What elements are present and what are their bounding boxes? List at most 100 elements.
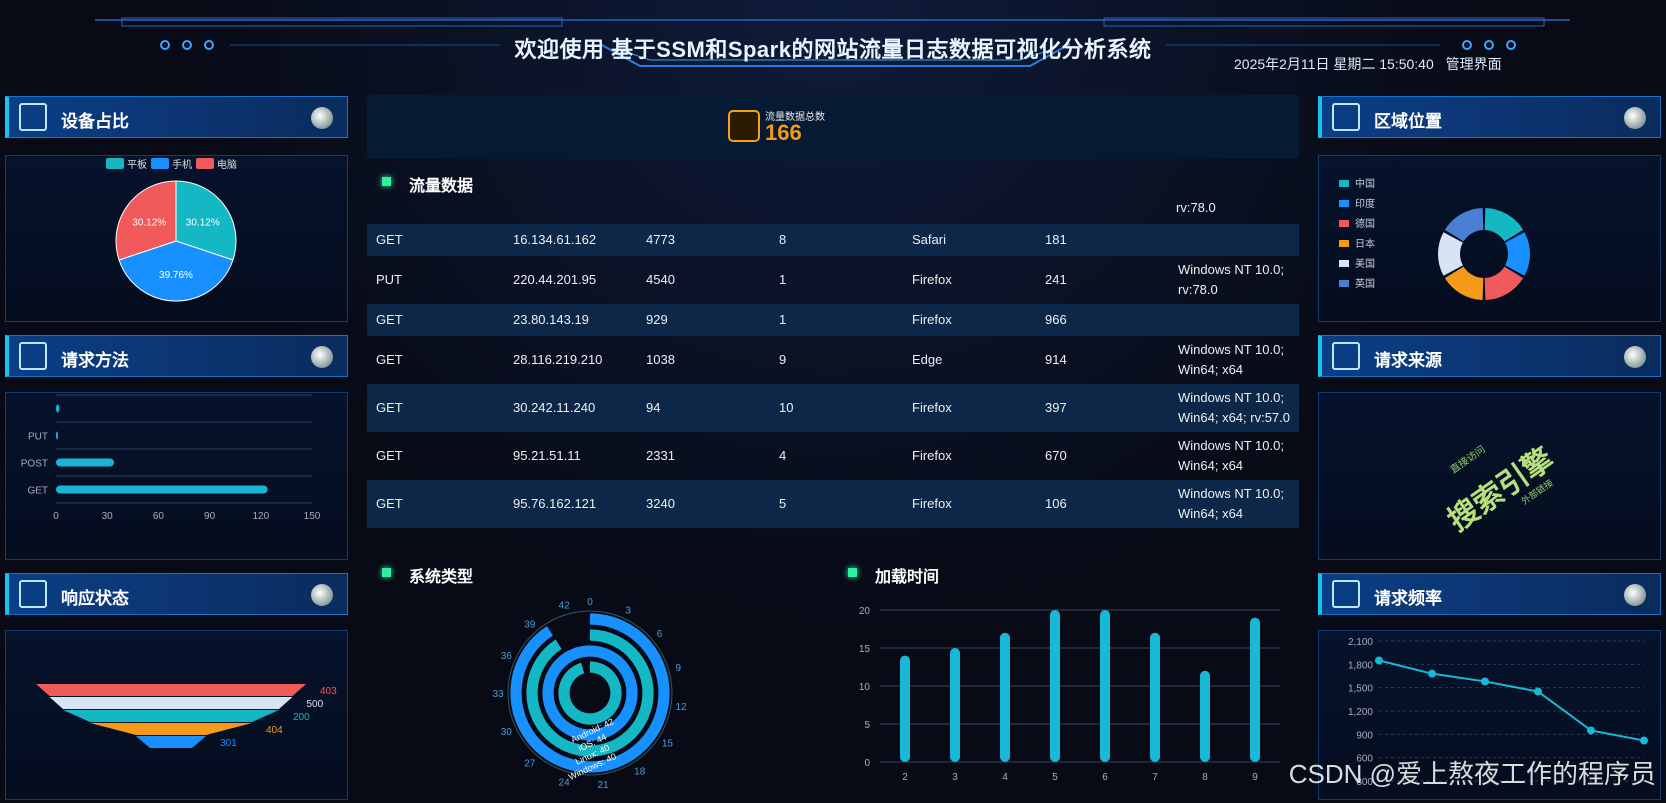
data-label: 30.12% (132, 218, 166, 229)
series-line (1378, 659, 1645, 742)
table-cell: 3240 (637, 480, 770, 528)
table-cell: Firefox (912, 448, 952, 463)
status-funnel-chart: 403 500 200 404 301 (36, 684, 337, 749)
method-panel-header: 请求方法 (5, 335, 348, 377)
table-cell: GET (367, 480, 504, 528)
series-point (1587, 726, 1595, 735)
table-cell: 4 (779, 448, 787, 463)
watermark: CSDN @爱上熬夜工作的程序员 (1288, 759, 1656, 789)
table-cell: 9 (779, 352, 787, 367)
status-panel-title: 响应状态 (61, 589, 129, 608)
load-bar (1250, 617, 1260, 762)
table-cell: PUT (376, 272, 402, 287)
load-bar (1200, 670, 1210, 762)
load-bar (1100, 610, 1110, 762)
table-partial-cell: rv:78.0 (1176, 200, 1216, 215)
axis-tick-label: 30 (102, 511, 114, 522)
load-bar (900, 655, 910, 762)
method-bar (56, 485, 268, 494)
series-point (1534, 687, 1542, 696)
table-row[interactable]: GET 28.116.219.210 1038 9 Edge 914 Windows NT … (367, 336, 1299, 384)
settings-orb-icon[interactable] (1624, 584, 1646, 606)
data-label: 30.12% (186, 218, 220, 229)
table-cell: 94 (637, 384, 770, 432)
table-cell: 1 (779, 272, 787, 287)
table-row[interactable]: GET 95.21.51.11 2331 4 Firefox 670 Windows NT … (367, 432, 1299, 480)
data-label: 403 (320, 686, 337, 697)
list-icon (1332, 580, 1360, 608)
table-cell: 5 (770, 480, 903, 528)
axis-tick-label: 27 (524, 759, 536, 770)
traffic-table: GET 16.134.61.162 4773 8 Safari 181 PUT 220.44.… (367, 224, 1299, 528)
settings-orb-icon[interactable] (311, 107, 333, 129)
axis-tick-label: 150 (304, 511, 321, 522)
admin-link[interactable]: 管理界面 (1446, 56, 1502, 72)
table-row[interactable]: GET 30.242.11.240 94 10 Firefox 397 Windows NT… (367, 384, 1299, 432)
header-info: 2025年2月11日 星期二 15:50:40 管理界面 (1234, 54, 1510, 74)
legend-label: 德国 (1355, 217, 1375, 230)
donut-slice (1438, 232, 1463, 276)
table-cell (1169, 224, 1299, 256)
legend-swatch (1339, 200, 1349, 207)
method-panel: PUT POST GET 0 30 60 90 120 150 (5, 392, 348, 560)
settings-orb-icon[interactable] (311, 346, 333, 368)
region-panel: 中国 印度 德国 日本 美国 英国 (1318, 155, 1661, 322)
axis-tick-label: 6 (657, 629, 663, 640)
legend-label: 英国 (1355, 277, 1375, 290)
legend-swatch (196, 158, 214, 169)
settings-orb-icon[interactable] (1624, 107, 1646, 129)
axis-tick-label: 39 (524, 619, 536, 630)
axis-tick-label: 15 (859, 644, 871, 655)
status-panel: 403 500 200 404 301 (5, 630, 348, 800)
legend-label: 美国 (1355, 257, 1375, 270)
axis-tick-label: 5 (1052, 772, 1058, 783)
list-icon (1332, 103, 1360, 131)
legend-label: 中国 (1355, 177, 1375, 190)
table-cell: 670 (1045, 448, 1067, 463)
axis-tick-label: 900 (1356, 730, 1373, 741)
table-row[interactable]: GET 23.80.143.19 929 1 Firefox 966 (367, 304, 1299, 336)
table-row[interactable]: PUT 220.44.201.95 4540 1 Firefox 241 Windows N… (367, 256, 1299, 304)
traffic-section-title: 流量数据 (409, 178, 474, 195)
table-cell: GET (376, 352, 403, 367)
data-label: 200 (293, 712, 310, 723)
funnel-segment (135, 736, 207, 748)
legend-swatch (1339, 260, 1349, 267)
legend-label: 日本 (1355, 237, 1375, 250)
settings-orb-icon[interactable] (311, 584, 333, 606)
axis-tick-label: 2,100 (1348, 637, 1373, 648)
axis-tick-label: 7 (1152, 772, 1158, 783)
line-chart-icon (19, 342, 47, 370)
data-label: 404 (266, 725, 283, 736)
load-bar (1050, 610, 1060, 762)
axis-tick-label: 90 (204, 511, 216, 522)
legend-swatch (1339, 240, 1349, 247)
table-cell: 2331 (646, 448, 675, 463)
load-bar (950, 648, 960, 762)
method-bar (56, 431, 58, 440)
load-bar-chart: 0 5 10 15 20 2 3 4 5 6 7 8 9 (859, 606, 1280, 783)
traffic-table-wrap[interactable]: GET 16.134.61.162 4773 8 Safari 181 PUT 220.44.… (367, 224, 1299, 550)
settings-orb-icon[interactable] (1624, 346, 1646, 368)
donut-slice (1505, 232, 1530, 276)
axis-tick-label: 20 (859, 606, 871, 617)
axis-tick-label: 1,200 (1348, 707, 1373, 718)
table-row[interactable]: GET 16.134.61.162 4773 8 Safari 181 (367, 224, 1299, 256)
page-header: 欢迎使用 基于SSM和Spark的网站流量日志数据可视化分析系统 2025年2月… (0, 0, 1666, 90)
table-cell: GET (376, 448, 403, 463)
axis-tick-label: 1,800 (1348, 660, 1373, 671)
device-panel: 平板 手机 电脑 30.12% 39.76% 30.12% (5, 155, 348, 322)
table-cell (1169, 304, 1299, 336)
load-bar (1000, 632, 1010, 762)
table-cell: Firefox (903, 304, 1036, 336)
frequency-panel-title: 请求频率 (1374, 589, 1442, 608)
table-row[interactable]: GET 95.76.162.121 3240 5 Firefox 106 Windows N… (367, 480, 1299, 528)
axis-tick-label: 15 (662, 739, 674, 750)
table-cell: 220.44.201.95 (513, 272, 597, 287)
table-cell: Firefox (912, 272, 952, 287)
table-cell: Firefox (903, 384, 1036, 432)
table-cell: 1038 (646, 352, 675, 367)
legend-swatch (151, 158, 169, 169)
axis-tick-label: 0 (864, 758, 870, 769)
axis-tick-label: 33 (492, 689, 504, 700)
